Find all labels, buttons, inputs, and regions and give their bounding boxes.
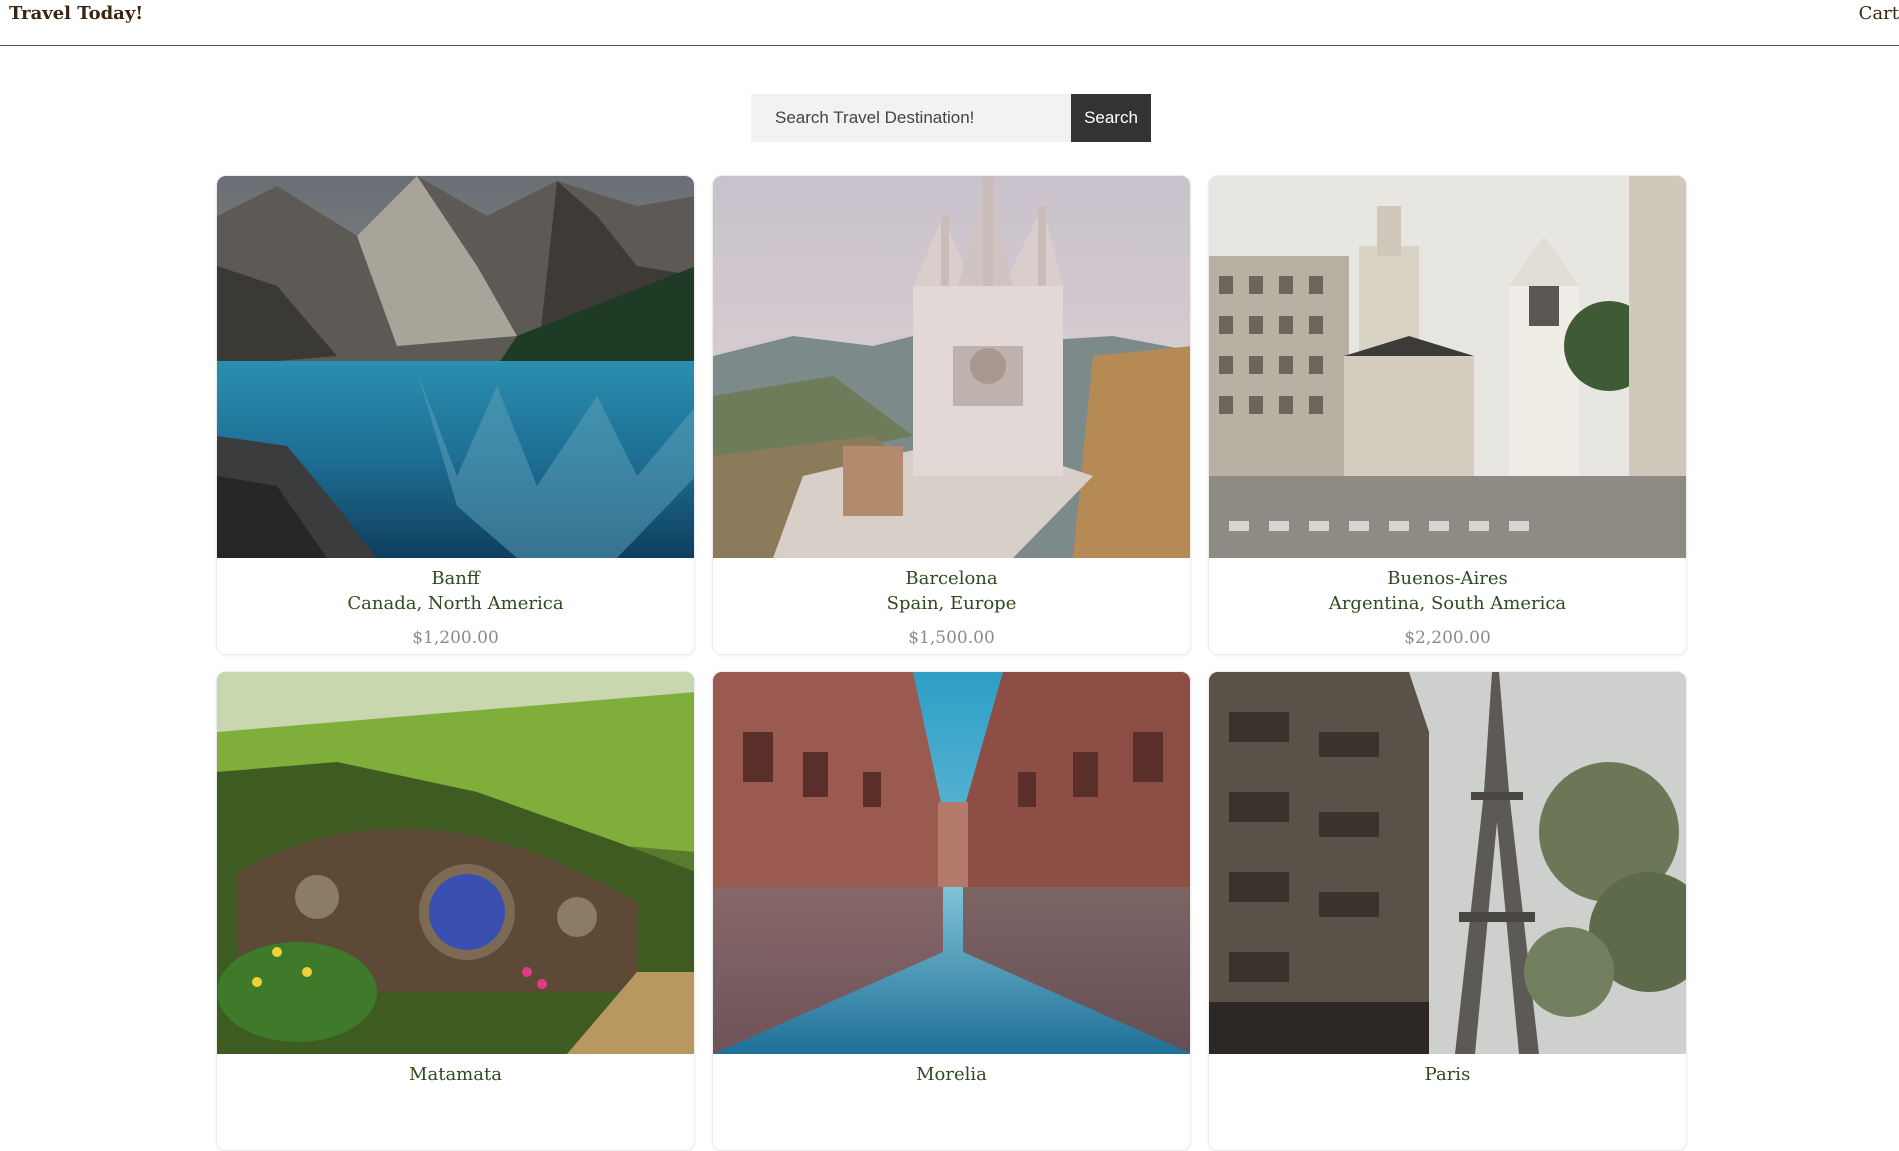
reflection-street-photo	[713, 672, 1190, 1054]
destination-card[interactable]: Paris	[1208, 671, 1687, 1151]
search-bar: Search	[751, 94, 1151, 142]
card-info: Barcelona Spain, Europe $1,500.00	[713, 558, 1190, 648]
search-input[interactable]	[751, 94, 1071, 142]
destination-city: Morelia	[916, 1064, 987, 1085]
cathedral-photo	[713, 176, 1190, 558]
eiffel-tower-photo	[1209, 672, 1686, 1054]
destination-card[interactable]: Barcelona Spain, Europe $1,500.00	[712, 175, 1191, 655]
destination-card[interactable]: Buenos-Aires Argentina, South America $2…	[1208, 175, 1687, 655]
destination-card[interactable]: Banff Canada, North America $1,200.00	[216, 175, 695, 655]
destination-city: Matamata	[409, 1064, 502, 1085]
destination-country: Canada, North America	[347, 593, 564, 614]
cart-link[interactable]: Cart	[1859, 3, 1899, 24]
card-info: Banff Canada, North America $1,200.00	[217, 558, 694, 648]
destination-price: $2,200.00	[1404, 628, 1491, 648]
top-navbar: Travel Today! Cart	[0, 0, 1899, 46]
card-info: Morelia	[713, 1054, 1190, 1087]
card-info: Matamata	[217, 1054, 694, 1087]
destination-country: Spain, Europe	[886, 593, 1017, 614]
city-street-photo	[1209, 176, 1686, 558]
destination-city: Buenos-Aires	[1387, 568, 1508, 589]
card-info: Buenos-Aires Argentina, South America $2…	[1209, 558, 1686, 648]
destination-city: Banff	[431, 568, 480, 589]
destination-card[interactable]: Matamata	[216, 671, 695, 1151]
destination-city: Paris	[1424, 1064, 1471, 1085]
destination-city: Barcelona	[905, 568, 998, 589]
destination-price: $1,500.00	[908, 628, 995, 648]
destination-price: $1,200.00	[412, 628, 499, 648]
card-info: Paris	[1209, 1054, 1686, 1087]
hobbit-house-photo	[217, 672, 694, 1054]
destination-country: Argentina, South America	[1328, 593, 1567, 614]
mountain-lake-photo	[217, 176, 694, 558]
brand-logo[interactable]: Travel Today!	[9, 3, 143, 24]
destination-card[interactable]: Morelia	[712, 671, 1191, 1151]
search-button[interactable]: Search	[1071, 94, 1151, 142]
